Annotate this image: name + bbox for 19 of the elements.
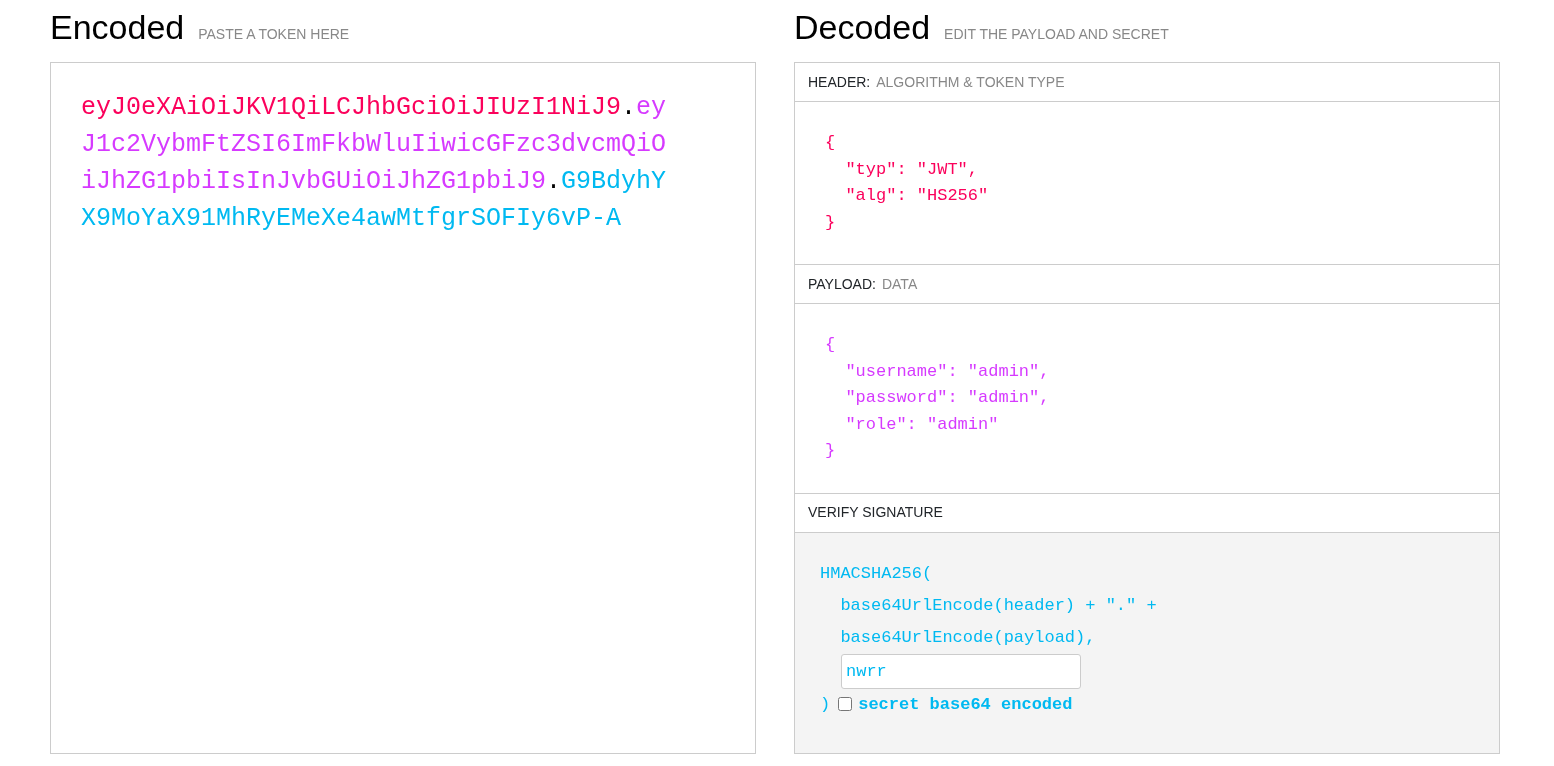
checkbox-label[interactable]: secret base64 encoded bbox=[858, 694, 1073, 714]
closing-paren: ) bbox=[820, 694, 831, 714]
signature-code-line: base64UrlEncode(payload), bbox=[839, 626, 1097, 649]
signature-code-line: base64UrlEncode(header) + "." + bbox=[839, 594, 1158, 617]
json-code[interactable]: { "username": "admin", "password": "admin", "role": "admin" } bbox=[825, 332, 1469, 465]
panel-subtitle: PASTE A TOKEN HERE bbox=[198, 25, 350, 44]
section-label: VERIFY SIGNATURE bbox=[808, 503, 943, 522]
checkbox[interactable] bbox=[838, 697, 853, 711]
signature-code-line: HMACSHA256( bbox=[820, 562, 934, 585]
section-label: HEADER: bbox=[808, 72, 871, 92]
json-code[interactable]: { "typ": "JWT", "alg": "HS256" } bbox=[825, 130, 1469, 236]
panel-title: Encoded bbox=[50, 7, 185, 48]
section-label: PAYLOAD: bbox=[808, 274, 876, 294]
section-sublabel: ALGORITHM & TOKEN TYPE bbox=[876, 72, 1065, 92]
panel-title: Decoded bbox=[794, 7, 931, 48]
section-sublabel: DATA bbox=[881, 274, 918, 294]
token-text[interactable]: eyJ0eXAiOiJKV1QiLCJhbGciOiJIUzI1NiJ9.eyJ1c2VybmFtZSI6ImFkbWluIiwicGFzc3dvcmQiOiJhZG1pbiIsInJvbGUiOiJhZG1pbiJ9.G9BdyhYX9MoYaX91MhRyEMeXe4awMtfgrSOFIy6vP-A bbox=[81, 89, 670, 237]
panel-subtitle: EDIT THE PAYLOAD AND SECRET bbox=[944, 25, 1169, 44]
secret-field[interactable]: nwrr bbox=[841, 653, 1081, 689]
